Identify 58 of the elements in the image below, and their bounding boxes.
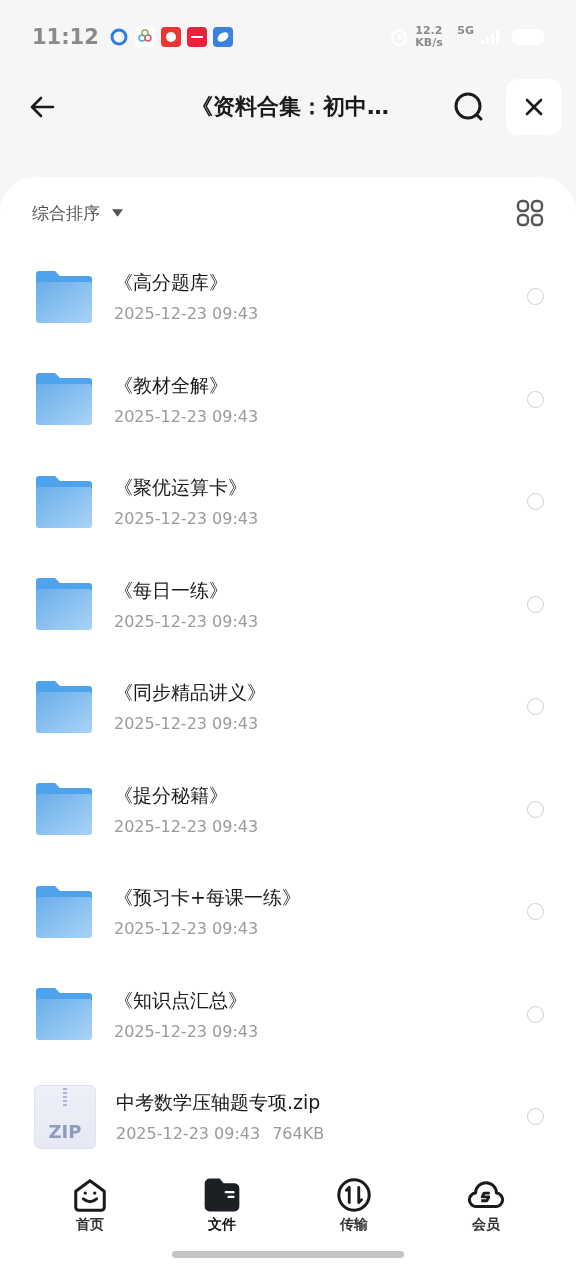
grid-icon xyxy=(516,199,544,228)
file-name: 《知识点汇总》 xyxy=(114,987,248,1013)
nav-tab[interactable]: 会员 xyxy=(446,1176,526,1235)
file-name: 《预习卡+每课一练》 xyxy=(114,885,302,911)
grid-view-button[interactable] xyxy=(516,199,544,228)
file-name: 《提分秘籍》 xyxy=(114,782,229,808)
network-speed: 12.2 KB/s xyxy=(415,25,444,50)
file-name: 中考数学压轴题专项.zip xyxy=(116,1090,322,1116)
file-list-item[interactable]: 《同步精品讲义》 2025-12-23 09:43 xyxy=(0,655,576,758)
app-notification-icon xyxy=(134,27,155,48)
app-notification-icon xyxy=(212,27,233,48)
file-name: 《同步精品讲义》 xyxy=(114,680,267,706)
file-list-item[interactable]: 《高分题库》 2025-12-23 09:43 xyxy=(0,245,576,348)
file-date: 2025-12-23 09:43 xyxy=(114,714,259,734)
close-button[interactable] xyxy=(506,79,562,135)
file-size: 764KB xyxy=(272,1124,325,1144)
folder-icon xyxy=(34,577,94,632)
file-date: 2025-12-23 09:43 xyxy=(114,1021,259,1041)
file-name: 《每日一练》 xyxy=(114,577,229,603)
file-list-item[interactable]: 《聚优运算卡》 2025-12-23 09:43 xyxy=(0,450,576,553)
file-list-item[interactable]: 《知识点汇总》 2025-12-23 09:43 xyxy=(0,962,576,1066)
network-type: 5G xyxy=(457,24,474,37)
file-date: 2025-12-23 09:43 xyxy=(114,611,259,631)
zip-file-icon: ZIP xyxy=(34,1084,96,1149)
nav-tab[interactable]: 传输 xyxy=(314,1176,394,1235)
app-notification-icon xyxy=(186,27,207,48)
transfer-icon xyxy=(335,1176,373,1215)
file-list-item[interactable]: 《每日一练》 2025-12-23 09:43 xyxy=(0,552,576,656)
folder-icon xyxy=(34,987,94,1042)
file-date: 2025-12-23 09:43 xyxy=(114,509,259,529)
folder-icon xyxy=(34,474,94,529)
app-notification-icon xyxy=(160,27,181,48)
status-time: 11:12 xyxy=(32,25,99,50)
nav-tab[interactable]: 首页 xyxy=(50,1176,130,1235)
file-name: 《教材全解》 xyxy=(114,372,229,398)
file-date: 2025-12-23 09:43 xyxy=(116,1124,261,1144)
smiling-house-icon xyxy=(71,1176,109,1215)
file-list-item[interactable]: ZIP 中考数学压轴题专项.zip 2025-12-23 09:43 764KB xyxy=(0,1065,576,1168)
folder-icon xyxy=(34,269,94,324)
caret-icon xyxy=(112,209,123,218)
file-date: 2025-12-23 09:43 xyxy=(114,919,259,939)
folder-title: 《资料合集：初中… xyxy=(190,93,390,121)
file-date: 2025-12-23 09:43 xyxy=(114,406,259,426)
folder-icon xyxy=(34,782,94,837)
folder-icon xyxy=(34,372,94,427)
nav-tab[interactable]: 文件 xyxy=(182,1176,262,1235)
close-icon xyxy=(524,97,544,117)
file-list-item[interactable]: 《提分秘籍》 2025-12-23 09:43 xyxy=(0,757,576,861)
sort-dropdown[interactable]: 综合排序 xyxy=(32,201,123,225)
file-date: 2025-12-23 09:43 xyxy=(114,304,259,324)
folder-icon xyxy=(34,679,94,734)
app-notification-icon xyxy=(108,27,129,48)
file-name: 《聚优运算卡》 xyxy=(114,475,248,501)
file-list-item[interactable]: 《教材全解》 2025-12-23 09:43 xyxy=(0,347,576,451)
file-date: 2025-12-23 09:43 xyxy=(114,816,259,836)
folder-icon xyxy=(34,884,94,939)
file-list-item[interactable]: 《预习卡+每课一练》 2025-12-23 09:43 xyxy=(0,860,576,963)
file-name: 《高分题库》 xyxy=(114,270,229,296)
